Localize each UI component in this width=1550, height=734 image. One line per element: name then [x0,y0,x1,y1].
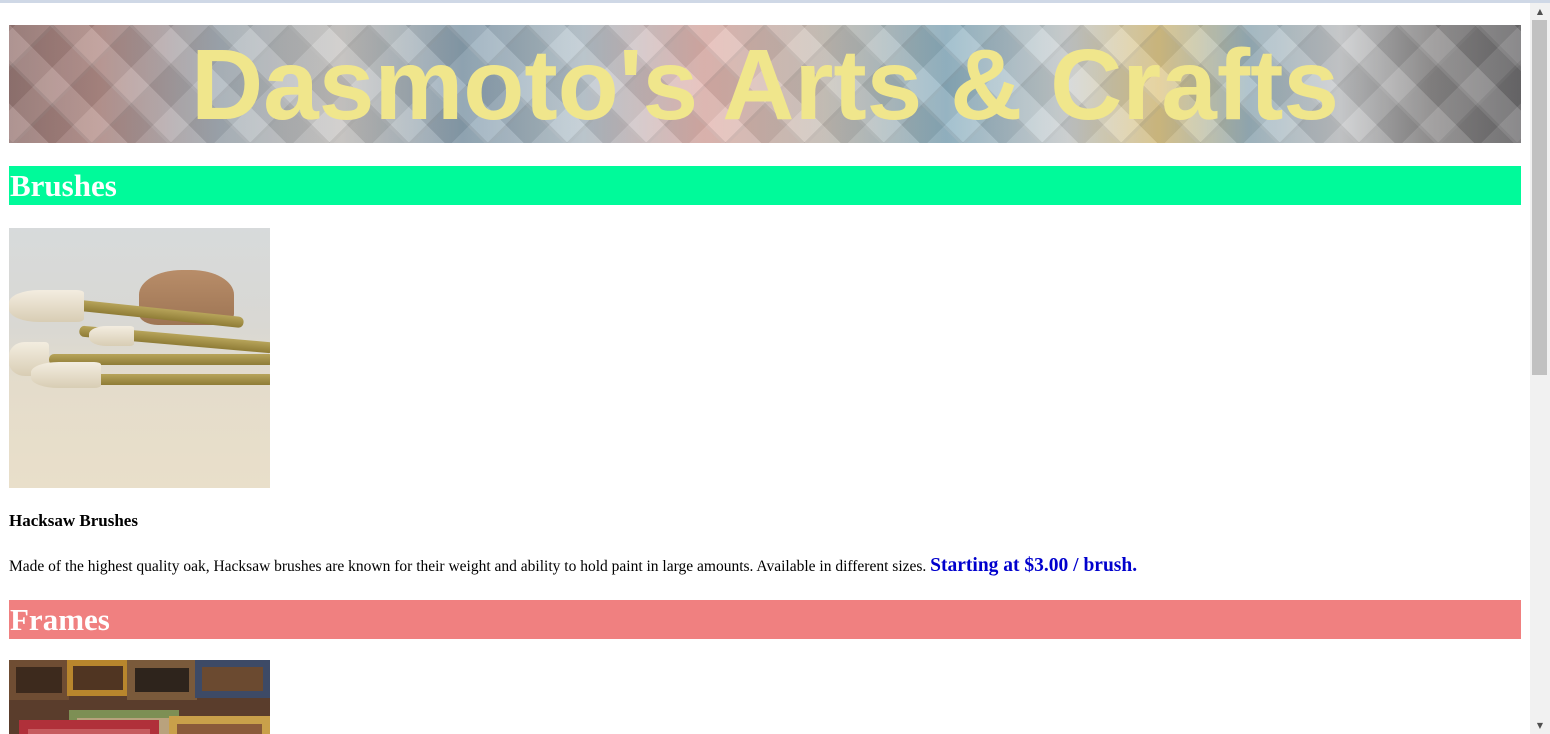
product-description: Made of the highest quality oak, Hacksaw… [9,552,1137,581]
product-price: Starting at $3.00 / brush. [930,555,1138,576]
header-banner: Dasmoto's Arts & Crafts [9,25,1521,143]
product-description-text: Made of the highest quality oak, Hacksaw… [9,558,927,575]
brush-bristle [31,362,101,388]
scrollbar-thumb[interactable] [1532,20,1547,375]
frames-heading: Frames [9,600,1521,639]
scroll-up-arrow-icon[interactable]: ▲ [1530,3,1550,20]
vertical-scrollbar[interactable]: ▲ ▼ [1530,3,1550,734]
brushes-image [9,228,270,488]
frame-piece [169,716,270,734]
frame-piece [9,660,69,700]
scroll-down-arrow-icon[interactable]: ▼ [1530,717,1550,734]
page-content: Dasmoto's Arts & Crafts Brushes Hacksaw … [0,3,1530,734]
product-name: Hacksaw Brushes [9,511,138,530]
frame-piece [127,660,197,700]
brush-handle [79,374,270,385]
brush-bristle [89,326,134,346]
frame-piece [67,660,129,696]
browser-window: Dasmoto's Arts & Crafts Brushes Hacksaw … [0,0,1550,734]
brushes-heading: Brushes [9,166,1521,205]
frame-piece [19,720,159,734]
site-title: Dasmoto's Arts & Crafts [190,29,1340,141]
frames-image [9,660,270,734]
frame-piece [195,660,270,698]
brush-bristle [9,290,84,322]
